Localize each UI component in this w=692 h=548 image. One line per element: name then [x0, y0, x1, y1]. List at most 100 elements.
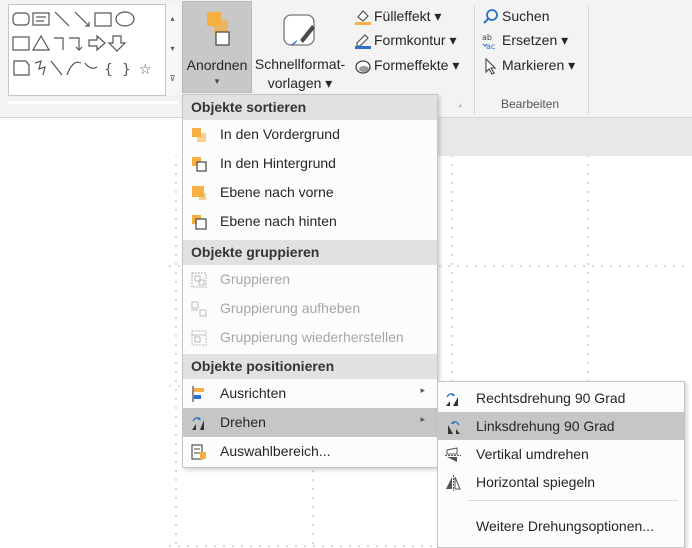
submenu-item-flip-vertical[interactable]: Vertikal umdrehen [438, 440, 684, 468]
send-backward-label: Ebene nach hinten [220, 213, 337, 229]
grid-dot [451, 308, 453, 310]
menu-item-regroup: Gruppierung wiederherstellen [183, 323, 437, 352]
shape-effects-button[interactable]: Formeffekte ▾ [354, 55, 469, 77]
grid-dot [451, 191, 453, 193]
shape-fill-button[interactable]: Fülleffekt ▾ [354, 6, 469, 28]
svg-text:}: } [122, 62, 131, 78]
grid-dot [277, 545, 279, 547]
grid-dot [175, 290, 177, 292]
grid-dot [587, 191, 589, 193]
cursor-arrow-icon [485, 57, 497, 75]
grid-dot [175, 524, 177, 526]
grid-dot [175, 380, 177, 382]
bring-to-front-label: In den Vordergrund [220, 126, 340, 142]
grid-dot [175, 515, 177, 517]
rotate-icon [192, 417, 204, 430]
submenu-separator [468, 500, 678, 501]
rotate-label: Drehen [220, 414, 266, 430]
gallery-scroll-down-icon[interactable]: ▾ [166, 34, 179, 64]
shape-effects-label: Formeffekte ▾ [374, 57, 460, 73]
svg-text:ac: ac [486, 42, 495, 50]
grid-dot [587, 308, 589, 310]
grid-dot [169, 385, 171, 387]
grid-dot [312, 506, 314, 508]
group-separator [474, 6, 475, 114]
grid-dot [175, 407, 177, 409]
quick-styles-label-line2: vorlagen ▾ [267, 75, 333, 91]
grid-dot [448, 265, 450, 267]
menu-item-rotate[interactable]: Drehen ▸ [183, 408, 437, 437]
submenu-item-rotate-left[interactable]: Linksdrehung 90 Grad [438, 412, 684, 440]
grid-dot [175, 416, 177, 418]
rotate-left-icon [448, 421, 460, 434]
grid-dot [312, 497, 314, 499]
grid-dot [583, 265, 585, 267]
grid-dot [322, 545, 324, 547]
submenu-item-more-rotation-options[interactable]: Weitere Drehungsoptionen... [438, 512, 684, 540]
quick-styles-button[interactable]: Schnellformat- vorlagen ▾ [254, 1, 346, 97]
grid-dot [587, 353, 589, 355]
grid-dot [601, 265, 603, 267]
menu-item-bring-to-front[interactable]: In den Vordergrund [183, 120, 437, 149]
select-label: Markieren ▾ [502, 57, 576, 73]
flip-vertical-icon [445, 447, 461, 462]
grid-dot [376, 545, 378, 547]
grid-dot [587, 218, 589, 220]
gallery-more-icon[interactable]: ⊽ [166, 64, 179, 94]
shapes-gallery[interactable]: { } ☆ [8, 4, 178, 96]
grid-dot [175, 434, 177, 436]
menu-item-align[interactable]: Ausrichten ▸ [183, 379, 437, 408]
grid-dot [175, 506, 177, 508]
grid-dot [451, 156, 453, 157]
menu-item-bring-forward[interactable]: Ebene nach vorne [183, 178, 437, 207]
shapes-gallery-scrollbar[interactable]: ▴ ▾ ⊽ [165, 4, 178, 96]
grid-dot [223, 545, 225, 547]
grid-dot [331, 545, 333, 547]
grid-dot [175, 335, 177, 337]
group-icon [191, 272, 207, 288]
grid-dot [475, 265, 477, 267]
gallery-scroll-up-icon[interactable]: ▴ [166, 4, 179, 34]
grid-dot [214, 545, 216, 547]
grid-dot [175, 299, 177, 301]
menu-item-send-to-back[interactable]: In den Hintergrund [183, 149, 437, 178]
rotate-submenu: Rechtsdrehung 90 Grad Linksdrehung 90 Gr… [437, 381, 685, 548]
quick-styles-icon [283, 14, 315, 46]
grid-dot [403, 545, 405, 547]
grid-dot [175, 461, 177, 463]
menu-item-send-backward[interactable]: Ebene nach hinten [183, 207, 437, 236]
grid-dot [619, 265, 621, 267]
dialog-launcher-icon[interactable]: ⌟ [458, 99, 468, 109]
submenu-arrow-icon: ▸ [420, 415, 425, 425]
bring-forward-label: Ebene nach vorne [220, 184, 334, 200]
grid-dot [175, 326, 177, 328]
shapes-gallery-icons: { } ☆ [12, 11, 152, 78]
grid-dot [175, 362, 177, 364]
grid-dot [175, 156, 177, 157]
shape-outline-button[interactable]: Formkontur ▾ [354, 30, 469, 52]
find-button[interactable]: Suchen [482, 6, 582, 28]
grid-dot [250, 545, 252, 547]
submenu-item-flip-horizontal[interactable]: Horizontal spiegeln [438, 468, 684, 496]
grid-dot [451, 218, 453, 220]
menu-item-selection-pane[interactable]: Auswahlbereich... [183, 437, 437, 466]
rotate-right-label: Rechtsdrehung 90 Grad [476, 390, 626, 406]
grid-dot [451, 263, 453, 265]
grid-dot [178, 265, 180, 267]
select-button[interactable]: Markieren ▾ [482, 55, 582, 77]
grid-dot [556, 265, 558, 267]
grid-dot [587, 362, 589, 364]
arrange-button[interactable]: Anordnen ▾ [182, 1, 252, 93]
grid-dot [587, 290, 589, 292]
grid-dot [451, 299, 453, 301]
grid-dot [175, 254, 177, 256]
grid-dot [538, 265, 540, 267]
grid-dot [451, 227, 453, 229]
quick-styles-label-line1: Schnellformat- [254, 56, 346, 72]
grid-dot [295, 545, 297, 547]
grid-dot [175, 281, 177, 283]
submenu-item-rotate-right[interactable]: Rechtsdrehung 90 Grad [438, 384, 684, 412]
grid-dot [451, 254, 453, 256]
shape-effects-icon [355, 60, 371, 74]
replace-button[interactable]: ab ac Ersetzen ▾ [482, 30, 582, 52]
